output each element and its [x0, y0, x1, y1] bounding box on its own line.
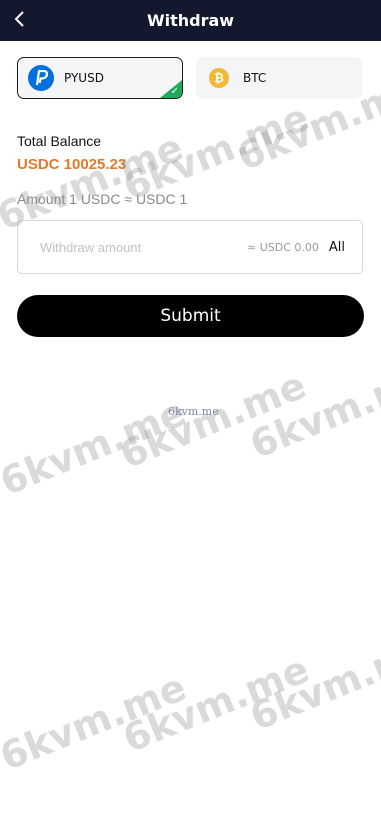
- watermark-text: 6kvm.me: [243, 352, 381, 468]
- watermark-text: 6kvm.me: [243, 624, 381, 740]
- all-button[interactable]: All: [329, 240, 345, 255]
- exchange-rate-text: Amount 1 USDC ≈ USDC 1: [17, 191, 188, 207]
- coin-tabs: PYUSD ✓ ₿ BTC: [17, 57, 362, 99]
- tab-label: PYUSD: [64, 71, 104, 85]
- withdraw-amount-input[interactable]: [38, 238, 247, 256]
- watermark-text: 6kvm.me: [113, 362, 312, 478]
- watermark-text: 6kvm.me: [116, 646, 315, 762]
- amount-field-container: ≈ USDC 0.00 All: [17, 220, 363, 274]
- balance-value: USDC 10025.23: [17, 156, 127, 173]
- paypal-icon: [28, 65, 54, 91]
- bitcoin-icon: ₿: [209, 68, 229, 88]
- balance-label: Total Balance: [17, 133, 102, 149]
- tab-pyusd[interactable]: PYUSD ✓: [17, 57, 183, 99]
- approx-value: ≈ USDC 0.00: [246, 240, 319, 254]
- tab-label: BTC: [243, 71, 267, 85]
- watermark-small-text: 6kvm.me: [168, 405, 219, 418]
- watermark-text: 6kvm.me: [0, 664, 192, 780]
- header-bar: Withdraw: [0, 0, 381, 41]
- chevron-left-icon: [14, 11, 24, 27]
- watermark-text: 6kvm.me: [0, 389, 192, 505]
- back-button[interactable]: [8, 6, 30, 32]
- submit-button[interactable]: Submit: [17, 295, 364, 337]
- page-title: Withdraw: [146, 11, 235, 30]
- check-icon: ✓: [170, 86, 179, 97]
- tab-btc[interactable]: ₿ BTC: [196, 57, 362, 99]
